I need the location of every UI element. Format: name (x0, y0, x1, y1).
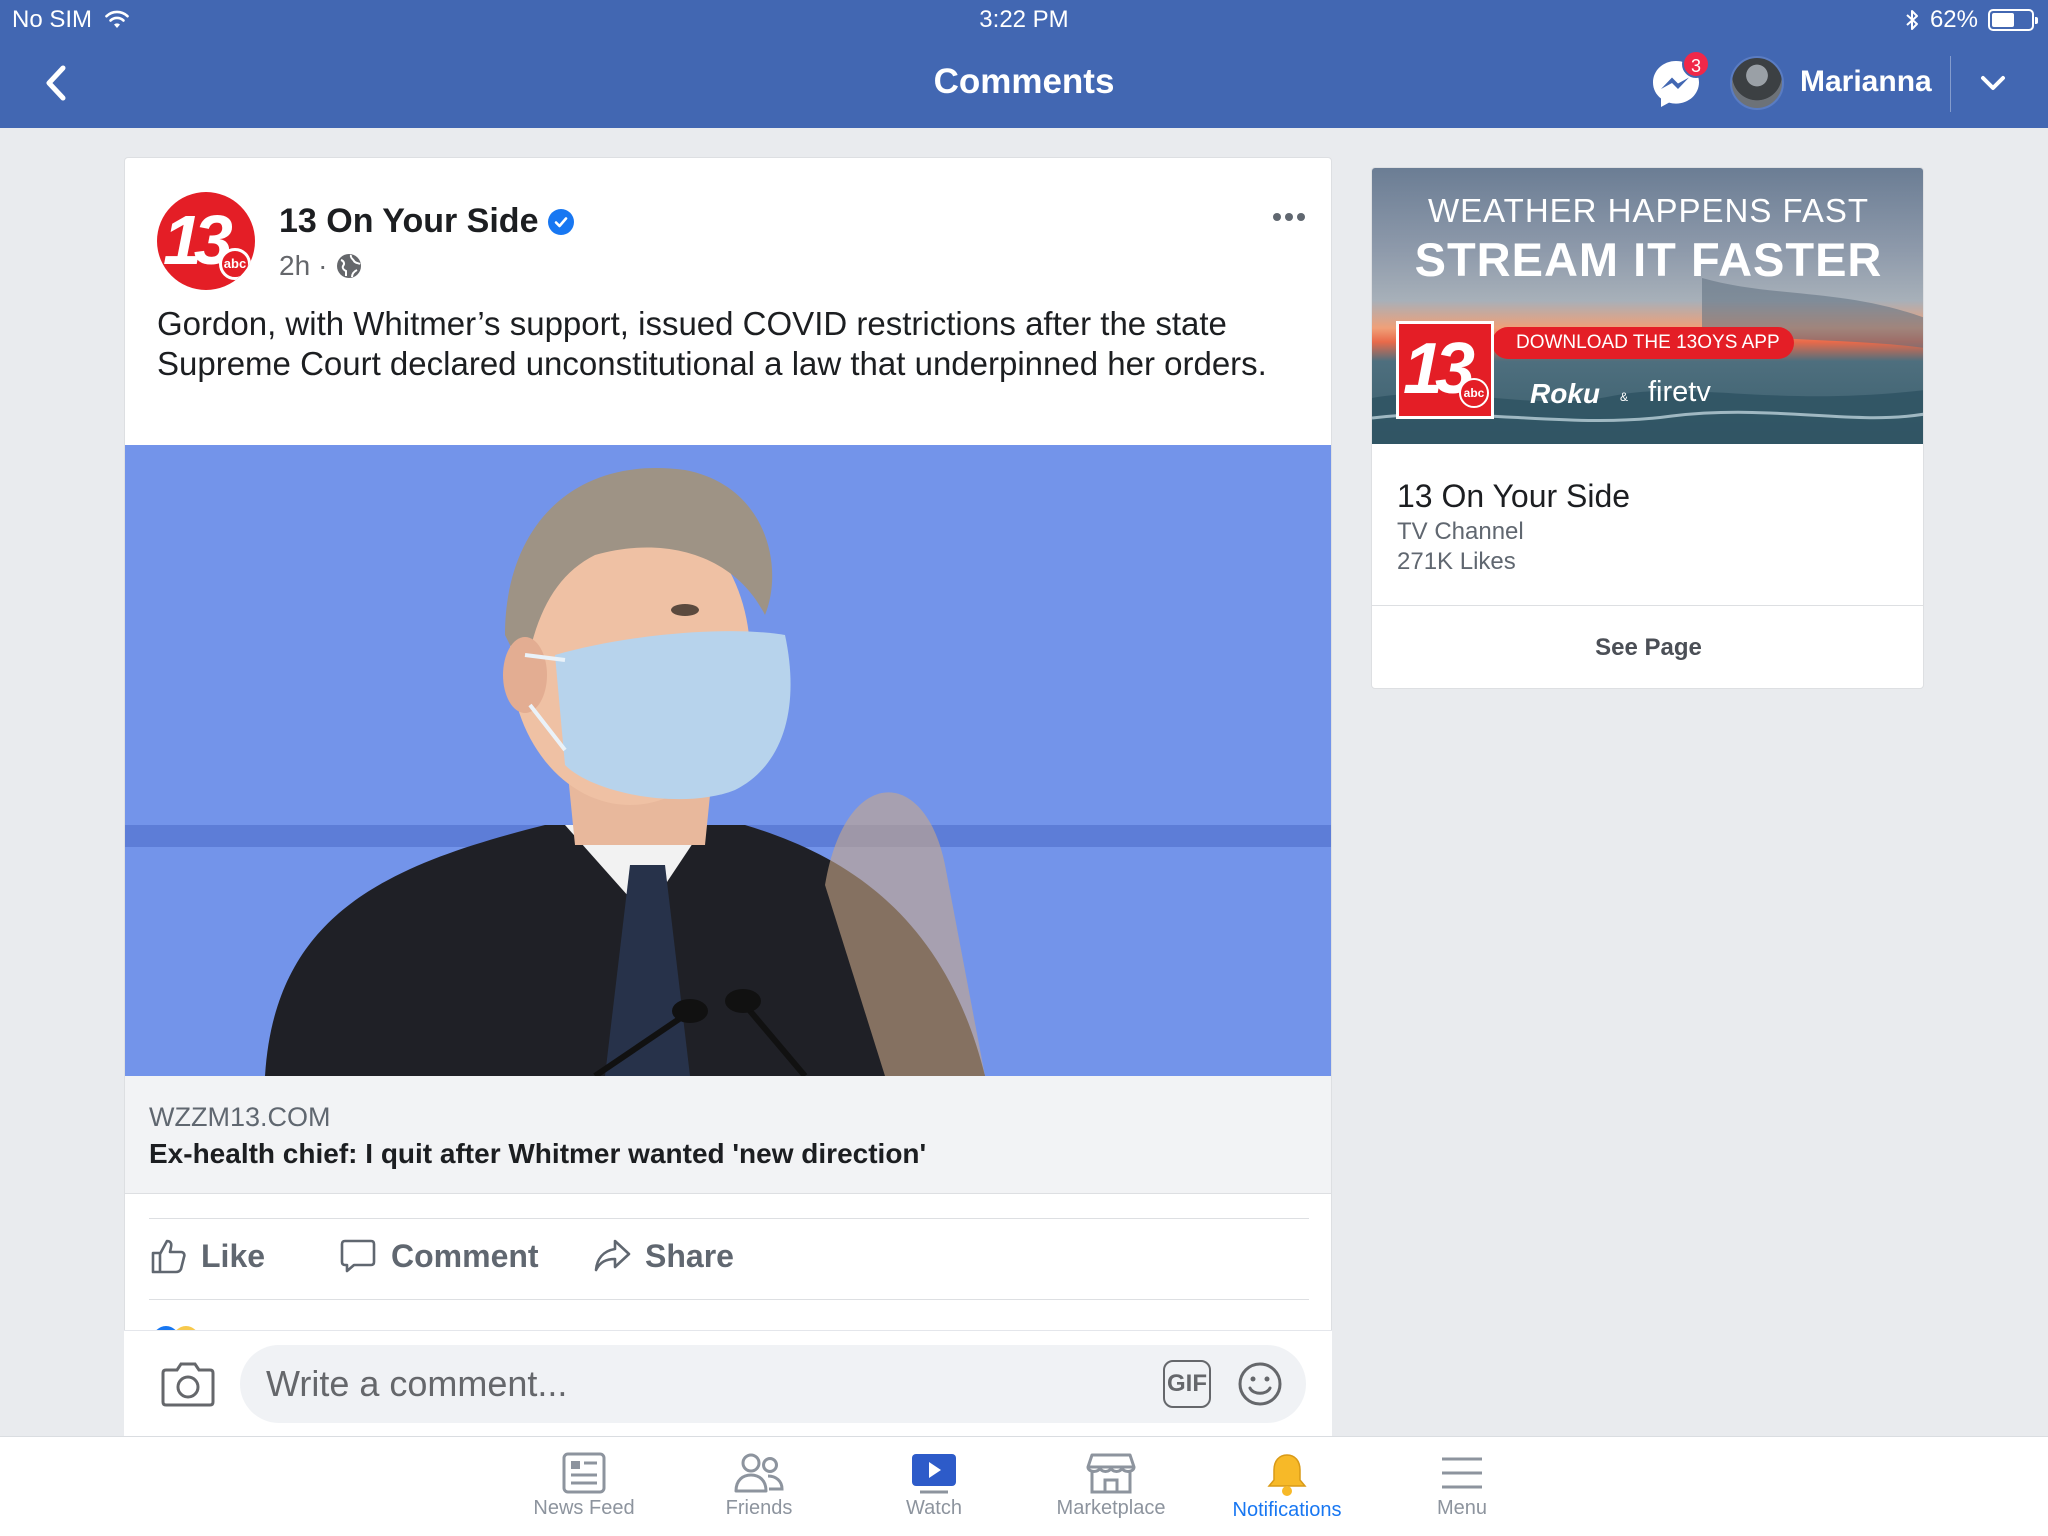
tab-menu[interactable]: Menu (1382, 1451, 1542, 1520)
tab-label: Notifications (1232, 1499, 1342, 1521)
tab-label: Friends (725, 1497, 793, 1519)
meta-separator: · (318, 250, 328, 281)
comment-button[interactable]: Comment (339, 1237, 539, 1275)
messenger-button[interactable]: 3 (1650, 50, 1710, 110)
like-label: Like (201, 1237, 266, 1274)
dot (1297, 213, 1305, 221)
user-name[interactable]: Marianna (1800, 65, 1932, 99)
page-logo[interactable]: 13 abc (157, 192, 255, 290)
bluetooth-icon (1906, 10, 1918, 30)
tab-notifications[interactable]: Notifications (1207, 1451, 1367, 1522)
banner-logo-abc: abc (1459, 378, 1489, 408)
camera-button[interactable] (160, 1358, 216, 1408)
post-time[interactable]: 2h (279, 250, 310, 282)
battery-fill (1992, 13, 2015, 27)
header-divider (1950, 56, 1951, 112)
see-page-button[interactable]: See Page (1372, 634, 1923, 662)
comment-label: Comment (391, 1237, 539, 1274)
share-button[interactable]: Share (593, 1237, 734, 1275)
share-icon (594, 1239, 631, 1272)
verified-badge-icon (548, 208, 575, 235)
banner-logo-number: 13 (1403, 329, 1475, 409)
tab-label: News Feed (533, 1497, 635, 1519)
emoji-button[interactable] (1236, 1360, 1284, 1408)
thumbs-up-icon (151, 1239, 186, 1274)
dot (1273, 213, 1281, 221)
share-label: Share (645, 1237, 734, 1274)
avatar[interactable] (1730, 56, 1784, 110)
menu-icon (1442, 1457, 1482, 1489)
page-suggestion-card: WEATHER HAPPENS FAST STREAM IT FASTER DO… (1371, 167, 1924, 689)
gif-button[interactable]: GIF (1163, 1360, 1211, 1408)
smiley-icon (1238, 1362, 1282, 1406)
tab-label: Menu (1436, 1497, 1488, 1519)
suggested-page-likes: 271K Likes (1397, 548, 1516, 575)
like-button[interactable]: Like (149, 1237, 265, 1275)
comment-input[interactable] (240, 1345, 1306, 1423)
friends-icon (734, 1453, 784, 1493)
messenger-badge: 3 (1682, 50, 1710, 78)
post-action-bar: Like Comment Share (149, 1218, 1309, 1300)
battery-icon (1988, 9, 2038, 31)
post-card: 13 abc 13 On Your Side 2h · Gordon, with… (124, 157, 1332, 1437)
card-footer: See Page (1372, 605, 1923, 688)
post-image[interactable] (125, 445, 1331, 1076)
post-photo (125, 445, 1331, 1076)
tab-watch[interactable]: Watch (854, 1451, 1014, 1520)
tab-friends[interactable]: Friends (679, 1451, 839, 1520)
page-name-row: 13 On Your Side (279, 202, 575, 241)
banner-subheadline: STREAM IT FASTER (1414, 233, 1883, 286)
tab-label: Watch (906, 1497, 962, 1519)
link-domain: WZZM13.COM (149, 1102, 331, 1132)
tab-marketplace[interactable]: Marketplace (1031, 1451, 1191, 1520)
marketplace-icon (1086, 1453, 1136, 1494)
page-name[interactable]: 13 On Your Side (279, 202, 538, 241)
post-meta: 2h · (279, 250, 363, 282)
notifications-icon (1267, 1454, 1307, 1496)
banner-station-logo: 13 abc (1396, 321, 1494, 419)
top-bar: No SIM 3:22 PM 62% Comments 3 Marianna (0, 0, 2048, 128)
battery-percent: 62% (1929, 6, 1978, 33)
roku-logo: Roku (1530, 378, 1600, 409)
post-text: Gordon, with Whitmer’s support, issued C… (157, 305, 1267, 382)
bottom-tab-bar: News Feed Friends Watch Marketplace Noti… (0, 1436, 2048, 1536)
comment-icon (340, 1239, 376, 1273)
status-time: 3:22 PM (979, 6, 1069, 33)
status-bar-right: 62% (1904, 6, 2038, 34)
dot (1285, 213, 1293, 221)
firetv-logo: firetv (1648, 376, 1711, 408)
tab-news-feed[interactable]: News Feed (504, 1451, 664, 1520)
camera-icon (161, 1362, 215, 1407)
suggested-page-category: TV Channel (1397, 518, 1524, 545)
more-options-button[interactable] (1267, 202, 1311, 232)
news-feed-icon (562, 1452, 606, 1494)
watch-icon (912, 1454, 956, 1494)
link-title: Ex-health chief: I quit after Whitmer wa… (149, 1138, 927, 1169)
page-cover-banner[interactable]: WEATHER HAPPENS FAST STREAM IT FASTER DO… (1372, 168, 1923, 444)
tab-label: Marketplace (1056, 1497, 1166, 1519)
page-logo-number: 13 (163, 201, 233, 279)
banner-ampersand: & (1620, 390, 1629, 404)
suggested-page-name[interactable]: 13 On Your Side (1397, 478, 1630, 515)
banner-download-pill: DOWNLOAD THE 13OYS APP (1492, 327, 1794, 359)
link-preview[interactable]: WZZM13.COM Ex-health chief: I quit after… (125, 1076, 1331, 1194)
chevron-down-icon (1981, 76, 2005, 90)
page-logo-abc: abc (219, 248, 251, 280)
globe-icon (337, 254, 362, 278)
banner-headline: WEATHER HAPPENS FAST (1427, 192, 1870, 229)
account-dropdown-button[interactable] (1975, 66, 2011, 102)
